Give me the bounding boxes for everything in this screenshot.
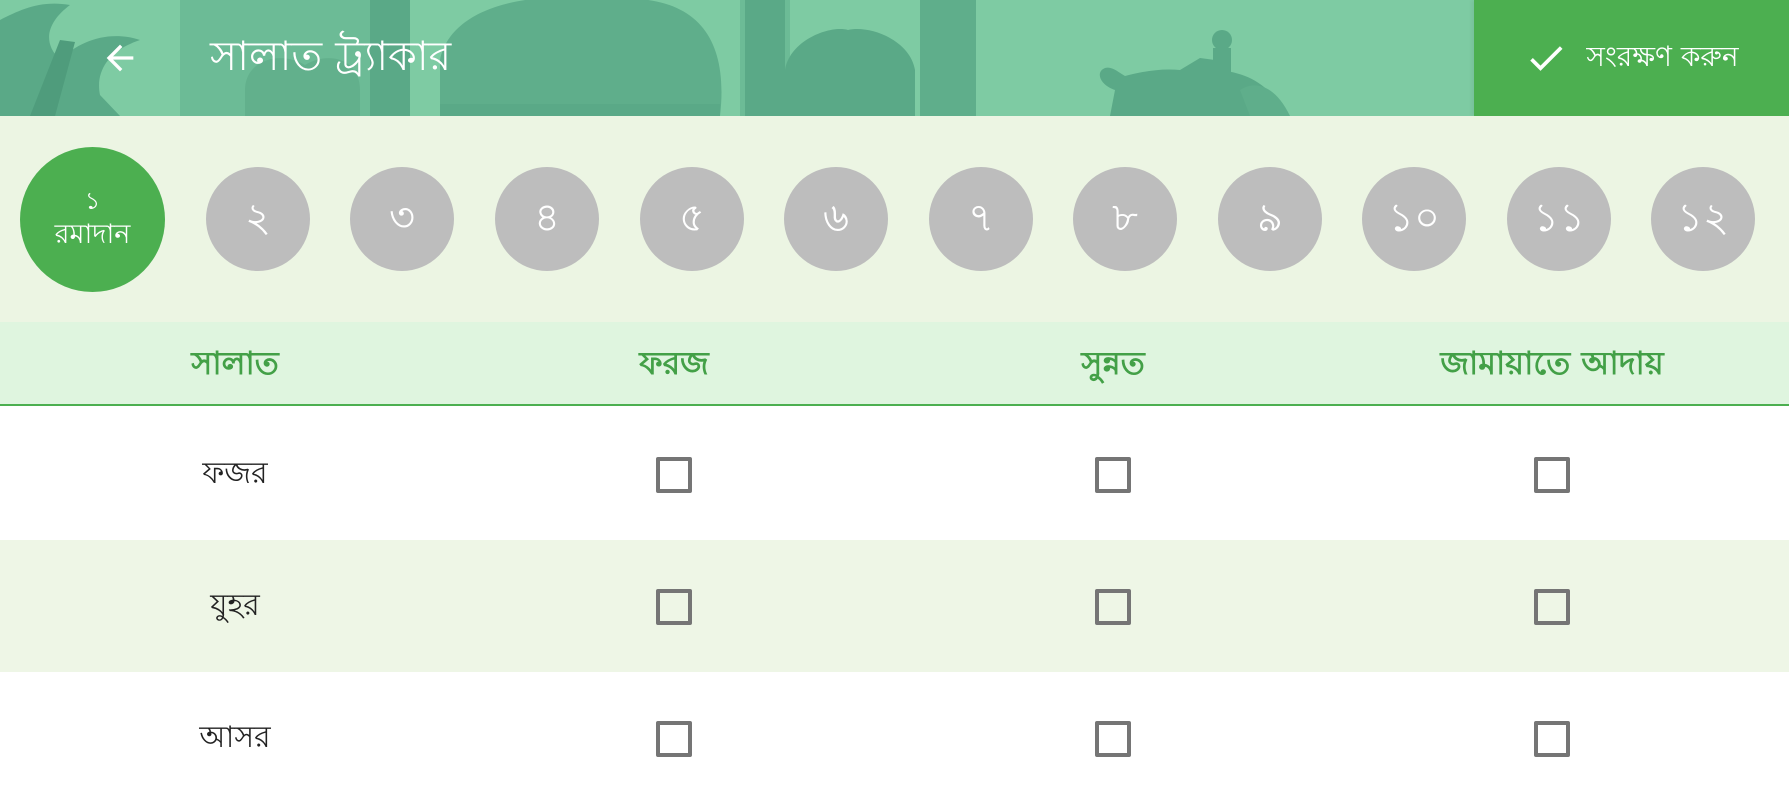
day-chip[interactable]: ১০ — [1362, 167, 1466, 271]
day-chip[interactable]: ৮ — [1073, 167, 1177, 271]
save-button[interactable]: সংরক্ষণ করুন — [1474, 0, 1789, 116]
day-month: রমাদান — [54, 218, 131, 250]
check-icon — [1530, 46, 1563, 71]
day-chip[interactable]: ৭ — [929, 167, 1033, 271]
table-row: ফজর — [0, 408, 1789, 540]
checkbox-jamaat[interactable] — [1534, 457, 1570, 493]
app-bar: সালাত ট্র্যাকার সংরক্ষণ করুন — [0, 0, 1789, 116]
table-row: যুহর — [0, 540, 1789, 672]
checkbox-farz[interactable] — [656, 457, 692, 493]
day-chip[interactable]: ৫ — [640, 167, 744, 271]
column-header-jamaat: জামায়াতে আদায় — [1440, 344, 1664, 382]
prayer-name: যুহর — [210, 588, 260, 623]
day-chip[interactable]: ১২ — [1651, 167, 1755, 271]
column-header-sunnat: সুন্নত — [1081, 344, 1145, 382]
day-chip[interactable]: ২ — [206, 167, 310, 271]
page-title: সালাত ট্র্যাকার — [210, 32, 452, 80]
day-selector: ১ রমাদান ২ ৩ ৪ ৫ ৬ ৭ ৮ ৯ ১০ ১১ ১২ — [0, 116, 1789, 322]
prayer-name: ফজর — [202, 456, 268, 491]
prayer-name: আসর — [199, 720, 271, 755]
back-arrow-icon — [106, 44, 134, 72]
checkbox-sunnat[interactable] — [1095, 457, 1131, 493]
checkbox-sunnat[interactable] — [1095, 721, 1131, 757]
checkbox-sunnat[interactable] — [1095, 589, 1131, 625]
day-chip-selected[interactable]: ১ রমাদান — [20, 147, 165, 292]
checkbox-jamaat[interactable] — [1534, 721, 1570, 757]
day-chip[interactable]: ৩ — [350, 167, 454, 271]
table-row: আসর — [0, 672, 1789, 800]
checkbox-jamaat[interactable] — [1534, 589, 1570, 625]
save-button-label: সংরক্ষণ করুন — [1586, 39, 1739, 73]
day-chip[interactable]: ১১ — [1507, 167, 1611, 271]
table-header: সালাত ফরজ সুন্নত জামায়াতে আদায় — [0, 322, 1789, 406]
day-chip[interactable]: ৬ — [784, 167, 888, 271]
day-number: ১ — [84, 186, 101, 215]
day-chip[interactable]: ৯ — [1218, 167, 1322, 271]
column-header-salat: সালাত — [191, 344, 279, 382]
day-chip[interactable]: ৪ — [495, 167, 599, 271]
checkbox-farz[interactable] — [656, 589, 692, 625]
column-header-farz: ফরজ — [639, 344, 709, 382]
back-button[interactable] — [88, 30, 152, 86]
checkbox-farz[interactable] — [656, 721, 692, 757]
